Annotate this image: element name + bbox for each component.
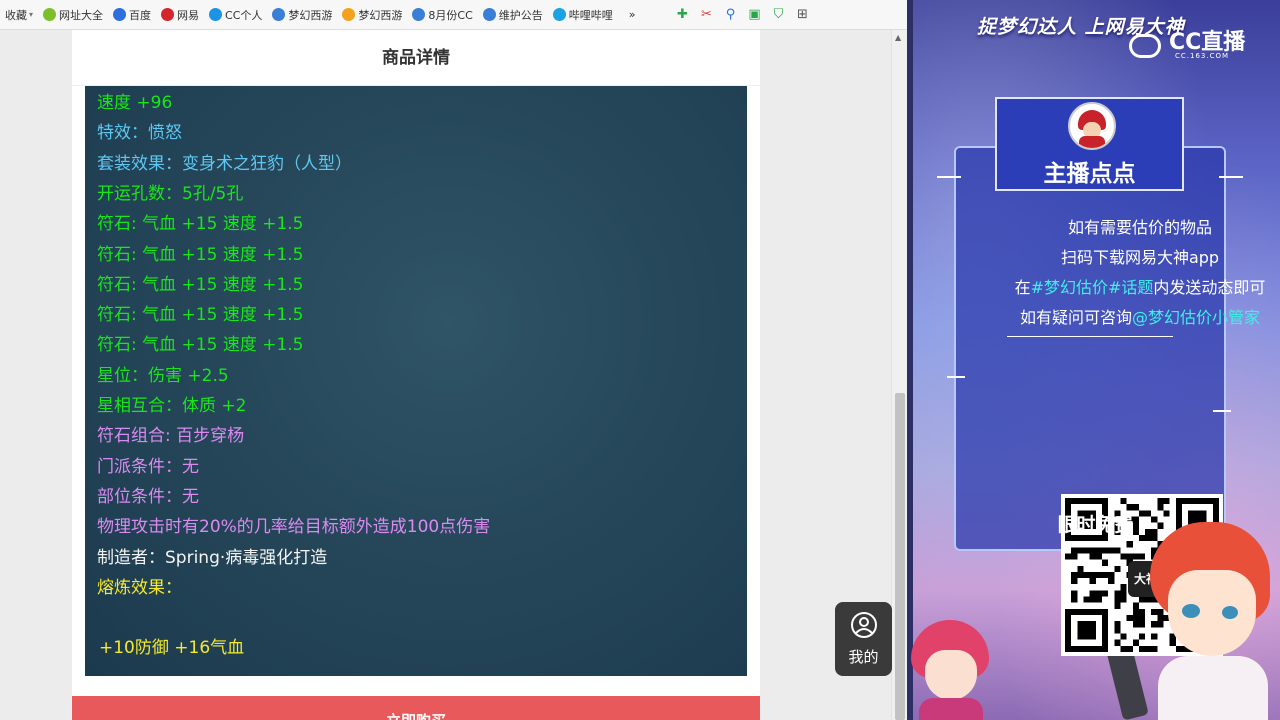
attribute-line: 制造者：Spring·病毒强化打造 [97, 547, 328, 568]
bookmark-item[interactable]: 维护公告 [478, 0, 548, 29]
bookmarks-bar: 收藏 ▾ 网址大全 百度 网易 CC个人 梦幻西游 梦幻西游 8月份CC 维护公告 哔哩哔哩 » ✚ ✂ ⚲… [0, 0, 907, 30]
anchor-badge: 主播点点 [995, 97, 1184, 191]
bilibili-icon [552, 8, 566, 21]
mine-label: 我的 [848, 648, 879, 666]
decor-line [1007, 336, 1173, 337]
bookmark-label: 网易 [177, 8, 200, 22]
bookmark-item[interactable]: 网址大全 [38, 0, 108, 29]
menghuan-game-icon [342, 8, 356, 21]
page-title: 商品详情 [72, 30, 760, 86]
cc-month-icon [412, 8, 426, 21]
bookmark-label: 百度 [129, 8, 152, 22]
bookmark-label: 网址大全 [59, 8, 104, 22]
character-illustration-left [911, 620, 989, 720]
decor-line [947, 376, 965, 378]
search-icon[interactable]: ⚲ [722, 6, 740, 24]
chevron-down-icon: ▾ [29, 10, 34, 19]
scrollbar[interactable]: ▲ [891, 30, 907, 720]
attribute-line: 速度 +96 [97, 93, 173, 113]
scroll-thumb[interactable] [895, 393, 905, 720]
apps-icon[interactable]: ⊞ [794, 6, 812, 24]
notice-icon [482, 8, 496, 21]
game-icon[interactable]: ▣ [746, 6, 764, 24]
bookmark-label: 哔哩哔哩 [568, 8, 613, 22]
attribute-line: 门派条件：无 [97, 456, 199, 477]
attribute-line: 物理攻击时有20%的几率给目标额外造成100点伤害 [97, 517, 491, 538]
menghuan-icon [272, 8, 286, 21]
overlay-info-line: 扫码下载网易大神app [1060, 248, 1220, 267]
avatar [1068, 102, 1116, 150]
bookmark-item[interactable]: 梦幻西游 [337, 0, 407, 29]
user-icon [851, 612, 877, 638]
attribute-line: 套装效果：变身术之狂豹（人型） [97, 153, 352, 174]
attribute-line: 开运孔数：5孔/5孔 [97, 183, 244, 204]
bookmark-item[interactable]: 梦幻西游 [267, 0, 337, 29]
extension-icon[interactable]: ✚ [674, 6, 692, 24]
bookmark-label: CC个人 [225, 8, 263, 22]
overlay-info-line: 在#梦幻估价#话题内发送动态即可 [1014, 278, 1266, 297]
attribute-line: 特效：愤怒 [97, 123, 182, 144]
attribute-line: 符石: 气血 +15 速度 +1.5 [97, 274, 304, 295]
bookmark-label: 8月份CC [428, 8, 473, 22]
decor-line [1213, 410, 1231, 412]
cc-url: CC.163.COM [1175, 52, 1230, 60]
attribute-line: +10防御 +16气血 [99, 638, 245, 659]
buy-button[interactable]: 立即购买 [72, 696, 760, 720]
bookmarks-more-button[interactable]: » [624, 0, 641, 29]
cc-logo-icon [1129, 34, 1161, 58]
site-nav-icon [43, 8, 57, 21]
decor-line [937, 176, 961, 178]
anchor-name: 主播点点 [1043, 161, 1136, 187]
overlay-info-line: 如有需要估价的物品 [1067, 218, 1212, 237]
bookmark-item[interactable]: 网易 [156, 0, 204, 29]
attribute-line: 星位：伤害 +2.5 [97, 365, 229, 386]
overlay-info-line: 如有疑问可咨询@梦幻估价小管家 [1019, 308, 1261, 327]
mine-button[interactable]: 我的 [835, 602, 892, 676]
baidu-icon [113, 8, 127, 21]
bookmark-label: 梦幻西游 [358, 8, 403, 22]
attribute-line: 符石: 气血 +15 速度 +1.5 [97, 305, 304, 326]
attribute-line: 部位条件：无 [97, 486, 199, 507]
bookmark-item[interactable]: 收藏 ▾ [0, 0, 38, 29]
attribute-line: 熔炼效果： [97, 577, 182, 598]
decor-line [1219, 176, 1243, 178]
browser-window: 收藏 ▾ 网址大全 百度 网易 CC个人 梦幻西游 梦幻西游 8月份CC 维护公告 哔哩哔哩 » ✚ ✂ ⚲… [0, 0, 907, 720]
attribute-line: 星相互合：体质 +2 [97, 396, 247, 416]
scroll-up-icon[interactable]: ▲ [895, 33, 901, 42]
attribute-line: 符石: 气血 +15 速度 +1.5 [97, 244, 304, 265]
bookmark-item[interactable]: 8月份CC [407, 0, 477, 29]
bookmark-label: 收藏 [5, 8, 27, 22]
attribute-line: 符石组合: 百步穿杨 [97, 426, 245, 447]
product-detail-card: 商品详情 速度 +96 特效：愤怒套装效果：变身术之狂豹（人型） 开运孔数：5孔/5… [72, 30, 760, 697]
bookmark-item[interactable]: 百度 [108, 0, 156, 29]
bookmark-item[interactable]: 哔哩哔哩 [548, 0, 618, 29]
bookmark-label: 维护公告 [498, 8, 543, 22]
bookmark-item[interactable]: CC个人 [204, 0, 267, 29]
character-illustration-right [1140, 522, 1280, 720]
overlay-divider [907, 0, 913, 720]
item-attributes-panel: 速度 +96 特效：愤怒套装效果：变身术之狂豹（人型） 开运孔数：5孔/5孔符石: … [85, 86, 747, 676]
bookmark-label: 梦幻西游 [288, 8, 333, 22]
cc-icon [209, 8, 223, 21]
attribute-line: 符石: 气血 +15 速度 +1.5 [97, 214, 304, 235]
screenshot-icon[interactable]: ✂ [698, 6, 716, 24]
shield-icon[interactable]: ⛉ [770, 6, 788, 24]
netease-icon [161, 8, 175, 21]
attribute-line: 符石: 气血 +15 速度 +1.5 [97, 335, 304, 356]
anchor-info-frame: 如有需要估价的物品 扫码下载网易大神app 在#梦幻估价#话题内发送动态即可 如有疑问… [954, 146, 1265, 656]
stream-overlay: 捉梦幻达人 上网易大神 CC直播 CC.163.COM 如有需要估价的物品 扫码下… [907, 0, 1280, 720]
